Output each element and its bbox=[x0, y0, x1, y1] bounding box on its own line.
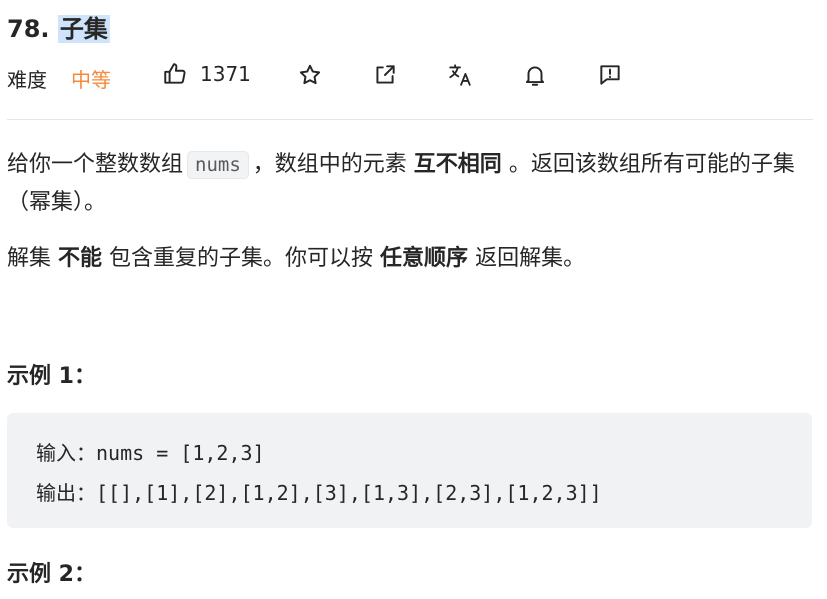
description-text: ，数组中的元素 bbox=[252, 152, 407, 177]
problem-meta-bar: 难度 中等 1371 bbox=[0, 58, 827, 94]
inline-code-nums: nums bbox=[187, 151, 249, 179]
description-paragraph-2: 解集 不能 包含重复的子集。你可以按 任意顺序 返回解集。 bbox=[7, 240, 819, 277]
description-paragraph-1: 给你一个整数数组 nums ，数组中的元素 互不相同 。返回该数组所有可能的子集（幂… bbox=[7, 146, 819, 221]
difficulty-badge: 中等 bbox=[71, 68, 111, 92]
translate-button[interactable] bbox=[447, 62, 473, 88]
like-button[interactable]: 1371 bbox=[162, 61, 251, 87]
description-text: 返回解集。 bbox=[475, 246, 586, 271]
like-count: 1371 bbox=[200, 62, 251, 86]
difficulty-label: 难度 bbox=[7, 68, 47, 92]
star-icon bbox=[299, 64, 321, 85]
description-text: 给你一个整数数组 bbox=[7, 152, 184, 177]
feedback-icon bbox=[600, 65, 620, 85]
bold-text: 不能 bbox=[58, 246, 103, 271]
problem-number: 78. bbox=[7, 15, 50, 43]
example-2-title: 示例 2： bbox=[7, 562, 96, 587]
example-1-output: 输出：[[],[1],[2],[1,2],[3],[1,3],[2,3],[1,… bbox=[36, 481, 602, 505]
description-text: 解集 bbox=[7, 246, 52, 271]
favorite-button[interactable] bbox=[297, 62, 323, 88]
subscribe-button[interactable] bbox=[522, 62, 548, 88]
feedback-button[interactable] bbox=[597, 62, 623, 88]
problem-title: 78. 子集 bbox=[7, 9, 110, 44]
description-text: 包含重复的子集。你可以按 bbox=[109, 246, 374, 271]
translate-icon bbox=[449, 64, 471, 86]
problem-title-text: 子集 bbox=[57, 15, 110, 43]
example-1-input: 输入：nums = [1,2,3] bbox=[36, 441, 265, 465]
problem-page: 78. 子集 难度 中等 1371 给你一个整数数组 nums ，数组中的元素 … bbox=[0, 0, 827, 599]
example-1-code-block: 输入：nums = [1,2,3] 输出：[[],[1],[2],[1,2],[… bbox=[7, 413, 812, 528]
example-1-title: 示例 1： bbox=[7, 364, 96, 389]
header-divider bbox=[7, 119, 813, 120]
bold-text: 任意顺序 bbox=[380, 246, 469, 271]
share-button[interactable] bbox=[372, 62, 398, 88]
share-icon bbox=[376, 65, 395, 84]
bell-icon bbox=[525, 66, 545, 86]
bold-text: 互不相同 bbox=[413, 152, 502, 177]
thumbs-up-icon bbox=[164, 63, 186, 84]
